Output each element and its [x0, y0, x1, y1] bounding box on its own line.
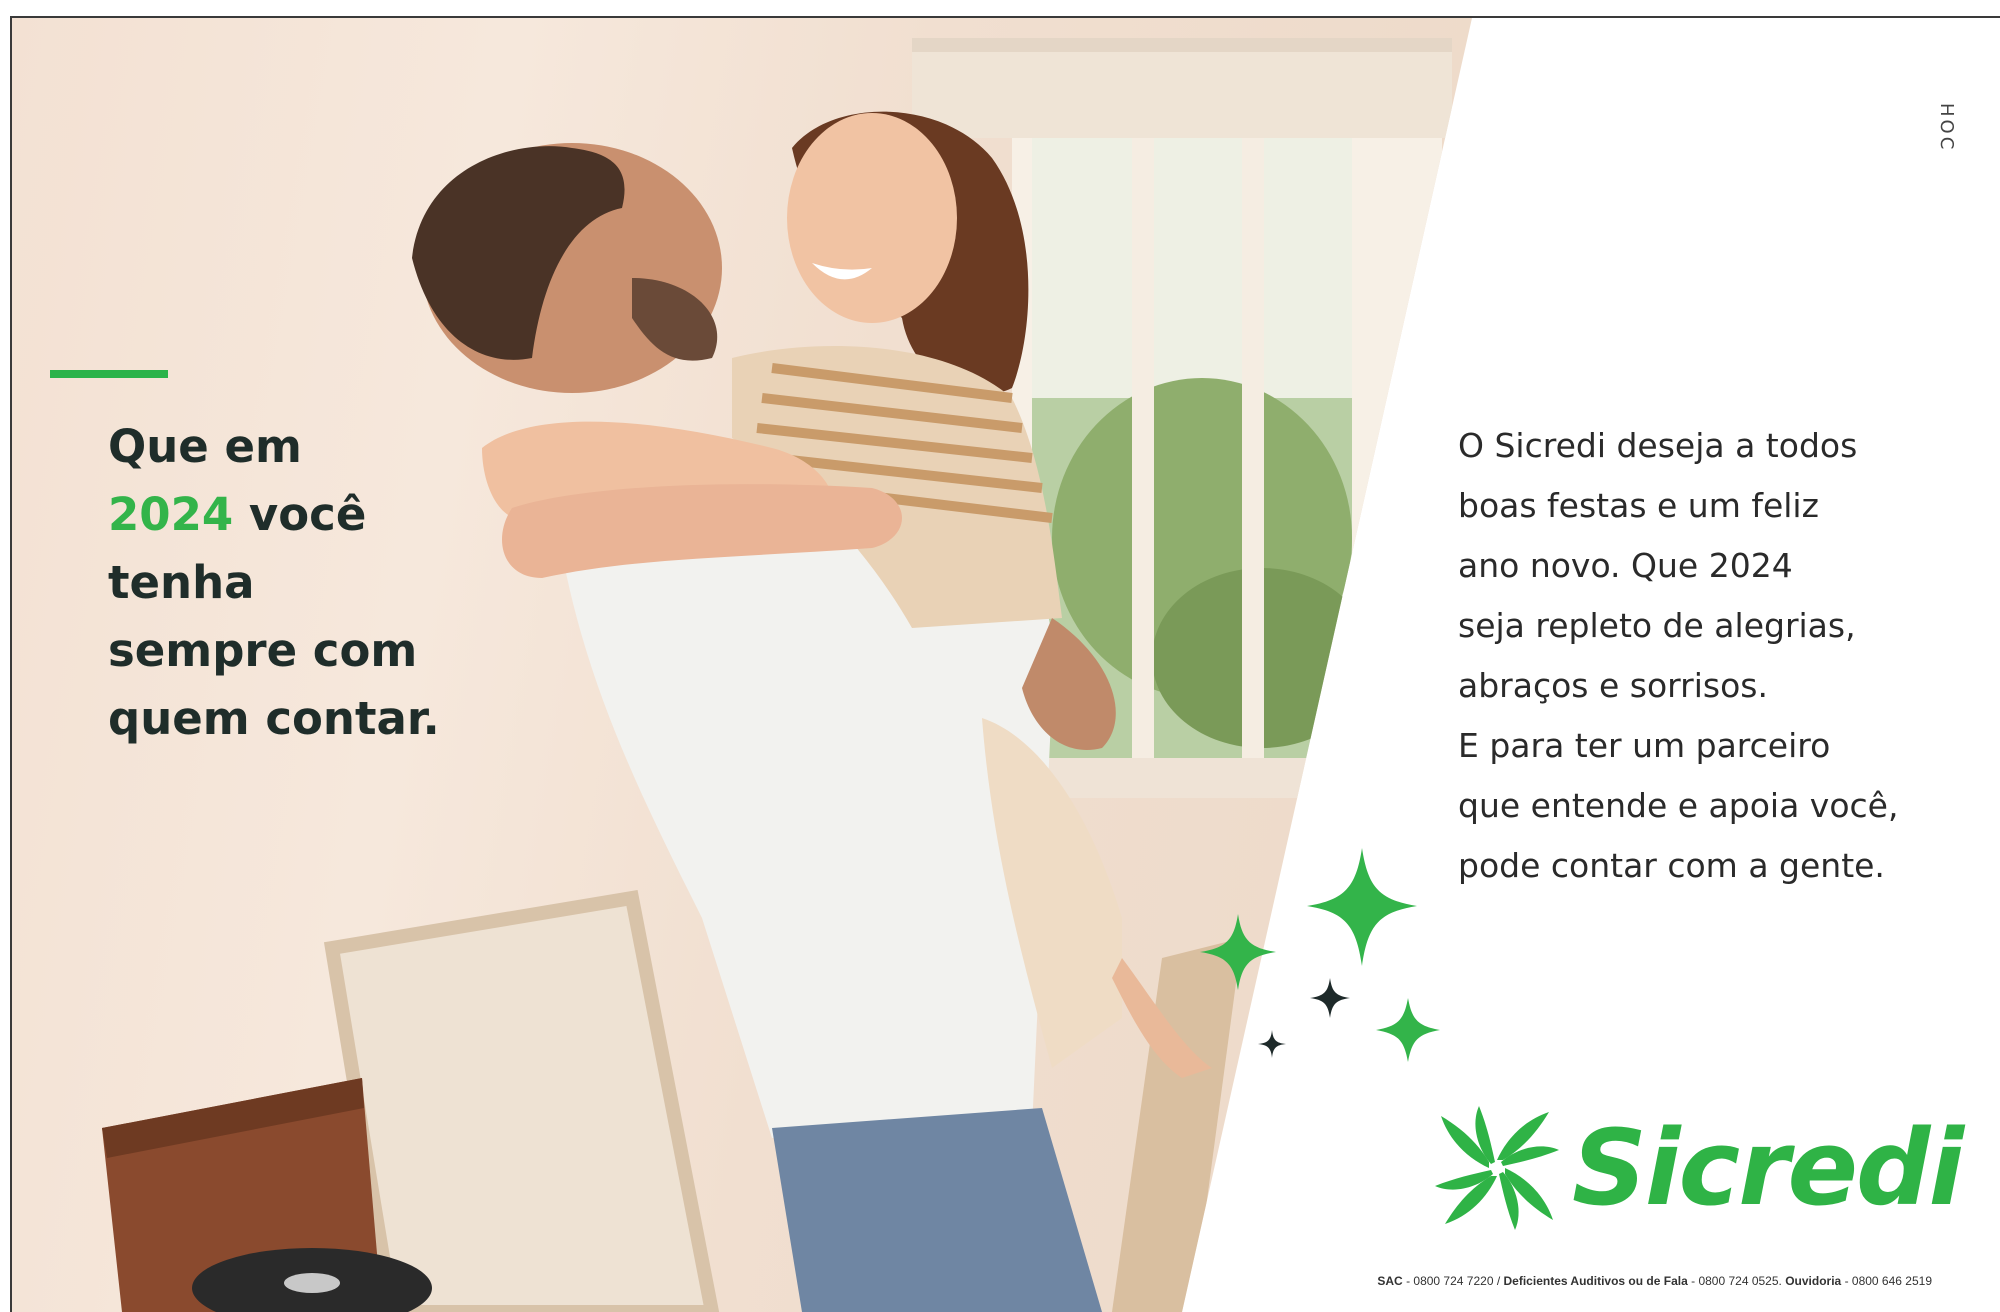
message-line: que entende e apoia você,: [1458, 786, 1899, 825]
message-line: ano novo. Que 2024: [1458, 546, 1793, 585]
sac-label: SAC: [1377, 1274, 1403, 1288]
advertisement: Que em 2024 você tenha sempre com quem c…: [10, 16, 2000, 1312]
contact-info: SAC - 0800 724 7220 / Deficientes Auditi…: [1377, 1274, 1932, 1288]
ombudsman-number: 0800 646 2519: [1851, 1274, 1932, 1288]
headline-line-4: sempre com: [108, 624, 418, 677]
sicredi-logo: Sicredi: [1432, 1103, 1964, 1233]
brand-name: Sicredi: [1572, 1107, 1964, 1229]
message-line: abraços e sorrisos.: [1458, 666, 1768, 705]
sparkle-icon: [1258, 1030, 1286, 1058]
headline-line-3: tenha: [108, 556, 255, 609]
sicredi-logo-icon: [1435, 1106, 1559, 1230]
ombudsman-label: Ouvidoria: [1785, 1274, 1842, 1288]
headline-line-1: Que em: [108, 420, 302, 473]
sparkles-group: [1200, 848, 1440, 1062]
deaf-number: 0800 724 0525: [1698, 1274, 1779, 1288]
headline-year: 2024: [108, 488, 234, 541]
deaf-label: Deficientes Auditivos ou de Fala: [1503, 1274, 1688, 1288]
sparkle-icon: [1376, 998, 1440, 1062]
message-line: boas festas e um feliz: [1458, 486, 1819, 525]
accent-line: [50, 370, 168, 378]
headline-line-2: você: [233, 488, 367, 541]
message-line: seja repleto de alegrias,: [1458, 606, 1856, 645]
message-line: O Sicredi deseja a todos: [1458, 426, 1858, 465]
greeting-message: O Sicredi deseja a todos boas festas e u…: [1458, 416, 1978, 896]
headline-line-5: quem contar.: [108, 692, 440, 745]
headline: Que em 2024 você tenha sempre com quem c…: [108, 413, 528, 753]
message-line: pode contar com a gente.: [1458, 846, 1885, 885]
sparkle-icon: [1200, 914, 1276, 990]
message-line: E para ter um parceiro: [1458, 726, 1831, 765]
sparkle-icon: [1310, 978, 1350, 1018]
sparkle-icon: [1307, 848, 1417, 966]
side-code: HOC: [1936, 103, 1957, 153]
sac-number: 0800 724 7220: [1413, 1274, 1494, 1288]
